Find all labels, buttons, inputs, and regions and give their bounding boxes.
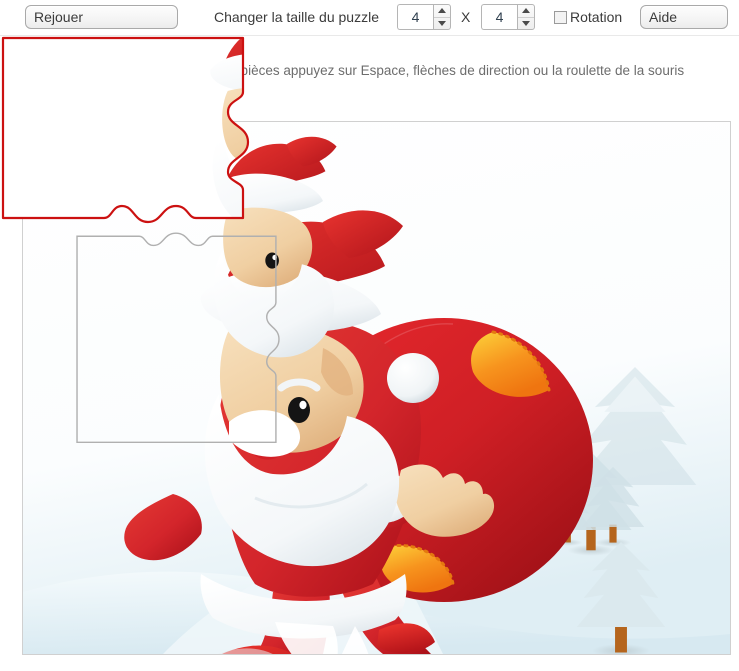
help-button[interactable]: Aide: [640, 5, 728, 29]
rows-stepper-arrows[interactable]: [433, 4, 451, 30]
columns-decrement-icon[interactable]: [518, 18, 534, 30]
rows-decrement-icon[interactable]: [434, 18, 450, 30]
rows-stepper[interactable]: 4: [397, 4, 451, 30]
columns-input[interactable]: 4: [481, 4, 517, 30]
replay-button[interactable]: Rejouer: [25, 5, 178, 29]
rotation-hint-text: Pour faire pivoter les pièces appuyez su…: [113, 63, 685, 78]
size-separator-label: X: [461, 9, 471, 25]
rotation-label: Rotation: [570, 9, 623, 25]
rows-increment-icon[interactable]: [434, 5, 450, 18]
rows-input[interactable]: 4: [397, 4, 433, 30]
columns-increment-icon[interactable]: [518, 5, 534, 18]
santa-eye: [288, 397, 310, 423]
rotation-checkbox[interactable]: [554, 11, 567, 24]
columns-stepper[interactable]: 4: [481, 4, 535, 30]
columns-stepper-arrows[interactable]: [517, 4, 535, 30]
toolbar: Rejouer Changer la taille du puzzle 4 X …: [0, 0, 739, 36]
puzzle-board[interactable]: [22, 121, 731, 655]
santa-hat-pompom: [387, 353, 439, 403]
puzzle-size-label: Changer la taille du puzzle: [214, 9, 379, 25]
puzzle-image: [23, 122, 730, 654]
